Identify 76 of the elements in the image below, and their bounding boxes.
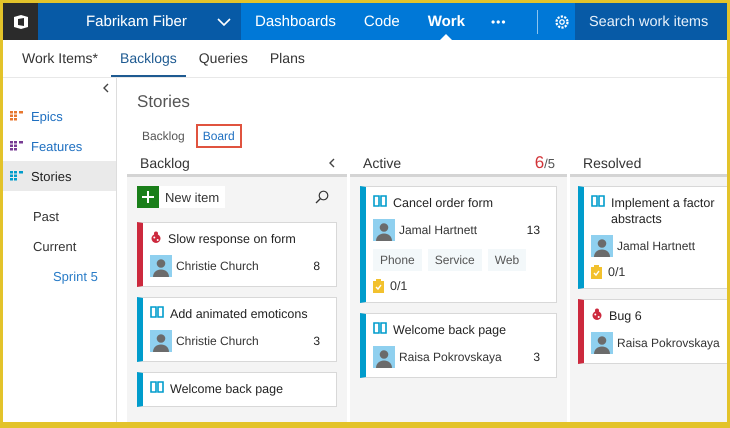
backlog-level-item[interactable]: Stories [3, 161, 116, 191]
nav-link[interactable]: Code [350, 3, 414, 40]
iteration-item[interactable]: Sprint 5 [3, 261, 116, 291]
collapse-column-icon[interactable] [328, 158, 335, 168]
clipboard-icon [591, 265, 602, 279]
work-item-card[interactable]: Slow response on form Christie Church 8 [137, 222, 337, 287]
work-item-card[interactable]: Add animated emoticons Christie Church 3 [137, 297, 337, 362]
backlog-level-item[interactable]: Features [3, 131, 116, 161]
view-tab[interactable]: Board [198, 126, 240, 146]
effort-value: 13 [526, 223, 540, 237]
view-tab[interactable]: Backlog [137, 126, 190, 146]
wip-count: 6/5 [534, 152, 555, 172]
effort-value: 3 [533, 350, 540, 364]
card-title: Cancel order form [393, 195, 494, 211]
assignee-name: Christie Church [176, 259, 259, 273]
book-icon [150, 306, 164, 318]
card-title: abstracts [611, 211, 663, 227]
assignee-name: Christie Church [176, 334, 259, 348]
book-icon [591, 195, 605, 207]
clipboard-icon [373, 279, 384, 293]
hub-tab[interactable]: Queries [190, 40, 257, 77]
hub-tab[interactable]: Work Items* [13, 40, 107, 77]
work-item-card[interactable]: Welcome back page [137, 372, 337, 407]
avatar-icon [373, 219, 395, 241]
card-title: Slow response on form [168, 231, 296, 247]
avatar-icon [150, 255, 172, 277]
logo-icon[interactable] [3, 3, 38, 40]
plus-icon [137, 186, 159, 208]
avatar-icon [150, 330, 172, 352]
search-field[interactable]: Search work items [575, 3, 727, 40]
chevron-down-icon [217, 18, 231, 26]
card-title: Bug 6 [609, 308, 642, 324]
tag: Phone [373, 249, 422, 271]
nav-link[interactable]: Dashboards [241, 3, 350, 40]
backlog-level-item[interactable]: Epics [3, 101, 116, 131]
assignee-name: Jamal Hartnett [399, 223, 478, 237]
column-title: Backlog [140, 154, 190, 170]
book-icon [150, 381, 164, 393]
assignee-name: Raisa Pokrovskaya [399, 350, 502, 364]
tag: Web [488, 249, 526, 271]
work-item-card[interactable]: Welcome back page Raisa Pokrovskaya 3 [360, 313, 557, 378]
card-title: Implement a factor [611, 195, 715, 211]
avatar-icon [373, 346, 395, 368]
book-icon [373, 195, 387, 207]
iteration-item[interactable]: Past [3, 201, 116, 231]
collapse-icon[interactable] [102, 83, 109, 93]
more-button[interactable]: ••• [478, 14, 519, 28]
task-count: 0/1 [390, 279, 408, 293]
hub-tab[interactable]: Plans [260, 40, 314, 77]
column-title: Resolved [583, 154, 642, 170]
bug-icon [150, 231, 162, 244]
project-selector[interactable]: Fabrikam Fiber [38, 3, 241, 40]
new-item-button[interactable]: New item [137, 186, 226, 208]
bug-icon [591, 308, 603, 321]
avatar-icon [591, 332, 613, 354]
book-icon [373, 322, 387, 334]
search-icon[interactable] [315, 190, 329, 204]
assignee-name: Jamal Hartnett [617, 239, 696, 253]
hub-tab[interactable]: Backlogs [110, 40, 186, 77]
settings-icon[interactable] [554, 14, 570, 30]
iteration-item[interactable]: Current [3, 231, 116, 261]
nav-link[interactable]: Work [414, 3, 479, 40]
card-title: Add animated emoticons [170, 306, 308, 322]
column-title: Active [363, 154, 402, 170]
page-title: Stories [136, 92, 191, 112]
card-title: Welcome back page [393, 322, 506, 338]
avatar-icon [591, 235, 613, 257]
assignee-name: Raisa Pokrovskaya [617, 336, 720, 350]
tag: Service [428, 249, 482, 271]
work-item-card[interactable]: Cancel order form Jamal Hartnett 13 Phone Service Web 0/1 [360, 186, 557, 303]
card-title: Welcome back page [170, 381, 284, 397]
work-item-card[interactable]: Bug 6 Raisa Pokrovskaya [578, 299, 727, 364]
task-count: 0/1 [608, 265, 626, 279]
effort-value: 8 [313, 259, 320, 273]
work-item-card[interactable]: Implement a factor abstracts Jamal Hartnett 0/1 [578, 186, 727, 289]
effort-value: 3 [313, 334, 320, 348]
